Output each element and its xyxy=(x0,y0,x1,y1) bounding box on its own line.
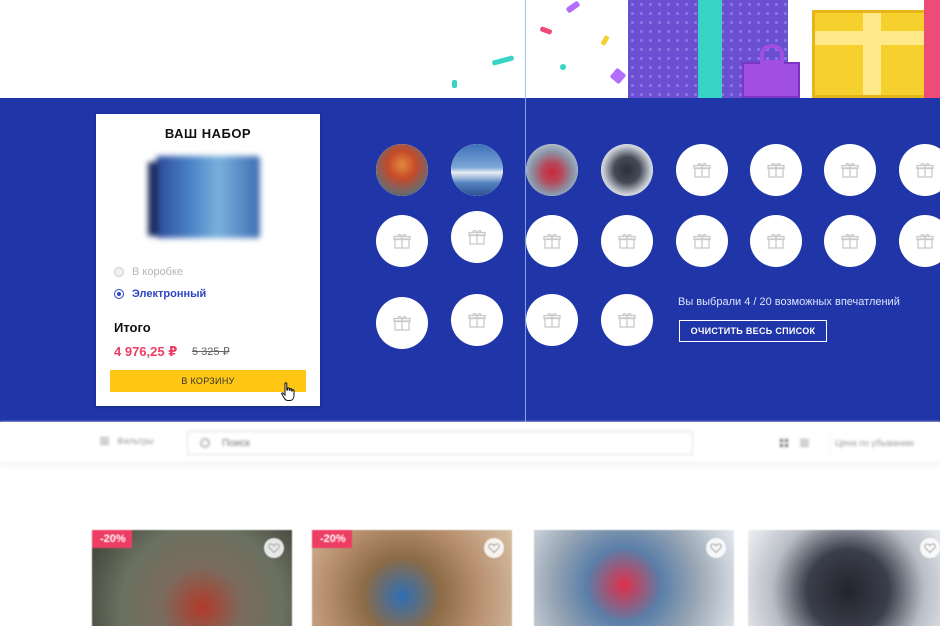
experience-slot-empty[interactable] xyxy=(824,144,876,196)
gift-box-pink xyxy=(924,0,940,98)
favorite-button[interactable] xyxy=(264,538,284,558)
search-icon xyxy=(200,438,210,448)
gift-icon xyxy=(693,162,711,178)
confetti xyxy=(565,0,581,14)
product-card[interactable]: -20% xyxy=(92,530,292,626)
discount-badge: -20% xyxy=(92,530,132,548)
gift-icon xyxy=(916,162,934,178)
experience-slot-empty[interactable] xyxy=(676,215,728,267)
gift-icon xyxy=(767,162,785,178)
option-box[interactable]: В коробке xyxy=(114,266,183,278)
discount-badge: -20% xyxy=(312,530,352,548)
experience-slot-empty[interactable] xyxy=(526,294,578,346)
experience-slot-empty[interactable] xyxy=(750,215,802,267)
gift-icon xyxy=(693,233,711,249)
option-electronic[interactable]: Электронный xyxy=(114,288,206,300)
experience-slot-empty[interactable] xyxy=(824,215,876,267)
option-box-label: В коробке xyxy=(132,266,184,278)
confetti xyxy=(560,64,566,70)
gift-icon xyxy=(767,233,785,249)
experience-slot-empty[interactable] xyxy=(376,297,428,349)
filters-label: Фильтры xyxy=(117,436,154,446)
confetti xyxy=(452,80,457,88)
confetti xyxy=(491,55,515,66)
experience-slot-filled[interactable] xyxy=(526,144,578,196)
experience-slot-filled[interactable] xyxy=(601,144,653,196)
experience-slot-empty[interactable] xyxy=(899,144,940,196)
gift-icon xyxy=(393,315,411,331)
radio-box[interactable] xyxy=(114,267,124,277)
product-grid: -20% -20% xyxy=(0,462,940,626)
product-card[interactable] xyxy=(534,530,734,626)
gift-box-yellow xyxy=(812,10,940,98)
experience-slot-empty[interactable] xyxy=(601,294,653,346)
radio-electronic[interactable] xyxy=(114,289,124,299)
gift-icon xyxy=(916,233,934,249)
option-electronic-label: Электронный xyxy=(132,288,207,300)
add-to-cart-button[interactable]: В КОРЗИНУ xyxy=(110,370,306,392)
search-box xyxy=(187,431,693,455)
price-current: 4 976,25 ₽ xyxy=(114,344,178,359)
experience-slot-empty[interactable] xyxy=(451,294,503,346)
confetti xyxy=(539,26,553,35)
heart-icon xyxy=(268,543,280,554)
experience-slot-empty[interactable] xyxy=(750,144,802,196)
total-label: Итого xyxy=(114,320,151,335)
gift-icon xyxy=(618,312,636,328)
favorite-button[interactable] xyxy=(706,538,726,558)
gift-icon xyxy=(618,233,636,249)
confetti xyxy=(600,34,610,47)
gift-icon xyxy=(468,229,486,245)
favorite-button[interactable] xyxy=(920,538,940,558)
filters-button[interactable]: Фильтры xyxy=(100,436,154,446)
experience-slot-empty[interactable] xyxy=(899,215,940,267)
sort-select[interactable]: Цена по убыванию xyxy=(830,432,940,454)
clear-list-button[interactable]: ОЧИСТИТЬ ВЕСЬ СПИСОК xyxy=(679,320,827,342)
heart-icon xyxy=(924,543,936,554)
experience-slot-empty[interactable] xyxy=(601,215,653,267)
filter-bar: Фильтры Цена по убыванию xyxy=(0,422,940,462)
kit-box-image xyxy=(148,156,260,238)
decor-banner xyxy=(0,0,940,98)
kit-summary-card: ВАШ НАБОР В коробке Электронный Итого 4 … xyxy=(96,114,320,406)
gift-icon xyxy=(543,312,561,328)
menu-icon xyxy=(100,437,109,445)
experience-slot-filled[interactable] xyxy=(451,144,503,196)
guide-line xyxy=(525,0,526,422)
product-card[interactable] xyxy=(748,530,940,626)
experience-slot-empty[interactable] xyxy=(676,144,728,196)
experience-slot-empty[interactable] xyxy=(526,215,578,267)
experience-slot-empty[interactable] xyxy=(376,215,428,267)
gift-icon xyxy=(393,233,411,249)
price-old: 5 325 ₽ xyxy=(192,346,230,358)
gift-box-small xyxy=(742,44,800,98)
list-view-icon[interactable] xyxy=(800,439,809,447)
heart-icon xyxy=(710,543,722,554)
heart-icon xyxy=(488,543,500,554)
favorite-button[interactable] xyxy=(484,538,504,558)
gift-icon xyxy=(841,233,859,249)
product-card[interactable]: -20% xyxy=(312,530,512,626)
product-image xyxy=(534,530,734,626)
experience-slot-filled[interactable] xyxy=(376,144,428,196)
gift-icon xyxy=(468,312,486,328)
gift-set-panel: ВАШ НАБОР В коробке Электронный Итого 4 … xyxy=(0,98,940,422)
gift-icon xyxy=(543,233,561,249)
search-input[interactable] xyxy=(222,435,682,451)
product-image xyxy=(748,530,940,626)
gift-icon xyxy=(841,162,859,178)
grid-view-icon[interactable] xyxy=(780,439,788,447)
selection-counter: Вы выбрали 4 / 20 возможных впечатлений xyxy=(678,296,900,308)
experience-slot-empty[interactable] xyxy=(451,211,503,263)
hand-cursor-icon xyxy=(281,382,295,401)
confetti xyxy=(609,67,627,85)
kit-title: ВАШ НАБОР xyxy=(164,126,252,141)
